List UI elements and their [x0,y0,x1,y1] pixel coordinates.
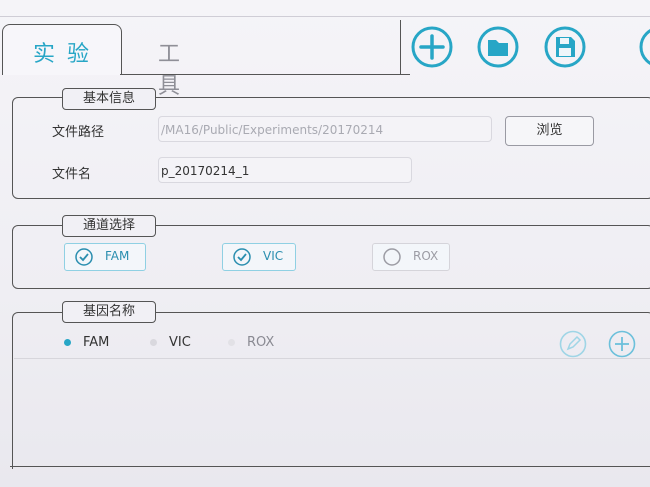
add-gene-button[interactable] [608,330,636,358]
channel-rox-checkbox[interactable]: ROX [372,243,450,271]
tab-bar-divider-right [400,74,410,75]
radio-unselected-icon [228,339,235,346]
save-icon [544,26,586,68]
file-name-label: 文件名 [52,167,92,182]
channel-selection-title: 通道选择 [62,215,156,237]
top-divider [0,16,650,17]
check-circle-icon [233,248,251,266]
basic-info-group [12,97,650,199]
empty-circle-icon [383,248,401,266]
gene-list-area[interactable] [14,358,650,463]
gene-rox-radio[interactable]: ROX [228,335,274,350]
check-circle-icon [75,248,93,266]
browse-button[interactable]: 浏览 [505,116,594,146]
tab-bar-divider-vertical [400,20,401,75]
bottom-divider [10,466,650,468]
tab-bar-divider [120,74,410,75]
gene-vic-radio[interactable]: VIC [150,335,191,350]
gene-vic-label: VIC [169,335,191,350]
gene-fam-label: FAM [83,335,110,350]
channel-rox-label: ROX [413,249,439,263]
radio-unselected-icon [150,339,157,346]
basic-info-title: 基本信息 [62,88,156,110]
tab-tools[interactable]: 工具 [122,30,222,99]
tab-experiment-label: 实验 [32,42,101,67]
tab-experiment[interactable]: 实验 [2,24,122,75]
file-name-input[interactable]: p_20170214_1 [158,157,412,183]
gene-name-title: 基因名称 [62,301,156,323]
file-path-input[interactable]: /MA16/Public/Experiments/20170214 [158,116,492,142]
experiment-page: 实验 工具 基本信息 文件路径 /MA16/Public/Experiments… [0,0,650,487]
file-path-label: 文件路径 [52,125,105,140]
radio-selected-icon [64,339,71,346]
channel-fam-checkbox[interactable]: FAM [64,243,146,271]
folder-icon [477,26,519,68]
circle-icon [639,29,650,65]
edit-gene-button[interactable] [559,330,587,358]
new-experiment-button[interactable] [410,25,454,69]
open-experiment-button[interactable] [476,25,520,69]
more-button[interactable] [638,25,650,69]
channel-vic-checkbox[interactable]: VIC [222,243,296,271]
gene-fam-radio[interactable]: FAM [64,335,109,350]
plus-circle-icon [608,330,636,358]
edit-icon [559,330,587,358]
channel-fam-label: FAM [105,249,130,263]
plus-circle-icon [411,26,453,68]
save-experiment-button[interactable] [543,25,587,69]
gene-rox-label: ROX [247,335,275,350]
tab-tools-label: 工具 [158,42,195,99]
channel-vic-label: VIC [263,249,284,263]
